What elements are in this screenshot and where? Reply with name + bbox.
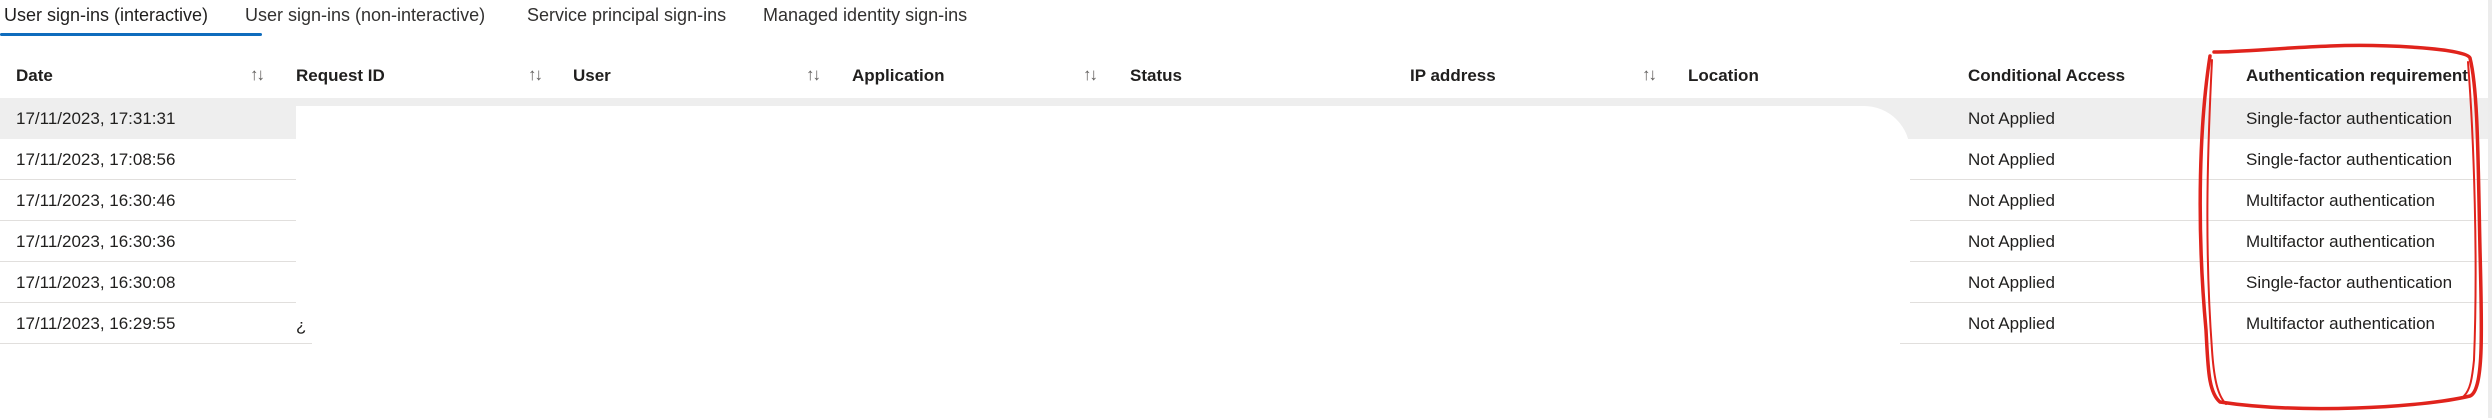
column-header-application[interactable]: Application (852, 66, 945, 86)
column-header-authentication-requirement[interactable]: Authentication requirement (2246, 66, 2468, 86)
scroll-edge (2488, 0, 2492, 418)
sort-date-icon[interactable]: ↑↓ (250, 65, 265, 85)
cell-authentication-requirement: Single-factor authentication (2246, 109, 2453, 128)
cell-date: 17/11/2023, 16:30:08 (16, 273, 176, 292)
cell-conditional-access: Not Applied (1968, 232, 2055, 251)
cell-authentication-requirement: Single-factor authentication (2246, 273, 2453, 292)
tab-user-sign-ins-interactive[interactable]: User sign-ins (interactive) (4, 4, 208, 34)
redaction-overlay (296, 106, 1910, 342)
sort-application-icon[interactable]: ↑↓ (1083, 65, 1098, 85)
cell-date: 17/11/2023, 17:31:31 (16, 109, 176, 128)
column-header-conditional-access[interactable]: Conditional Access (1968, 66, 2125, 86)
cell-conditional-access: Not Applied (1968, 273, 2055, 292)
sort-user-icon[interactable]: ↑↓ (806, 65, 821, 85)
column-header-date[interactable]: Date (16, 66, 53, 86)
tab-service-principal-sign-ins[interactable]: Service principal sign-ins (527, 4, 726, 34)
cell-date: 17/11/2023, 16:30:36 (16, 232, 176, 251)
sort-ip-address-icon[interactable]: ↑↓ (1642, 65, 1657, 85)
sort-request-id-icon[interactable]: ↑↓ (528, 65, 543, 85)
column-header-ip-address[interactable]: IP address (1410, 66, 1496, 86)
table-header-row: Date ↑↓ Request ID ↑↓ User ↑↓ Applicatio… (0, 56, 2492, 96)
active-tab-indicator (0, 33, 262, 36)
column-header-request-id[interactable]: Request ID (296, 66, 385, 86)
cell-date: 17/11/2023, 16:30:46 (16, 191, 176, 210)
row-divider (1900, 343, 2492, 344)
column-header-status[interactable]: Status (1130, 66, 1182, 86)
column-header-user[interactable]: User (573, 66, 611, 86)
stray-character: ¿ (296, 316, 307, 335)
cell-authentication-requirement: Single-factor authentication (2246, 150, 2453, 169)
tab-managed-identity-sign-ins[interactable]: Managed identity sign-ins (763, 4, 967, 34)
cell-authentication-requirement: Multifactor authentication (2246, 314, 2435, 333)
cell-conditional-access: Not Applied (1968, 314, 2055, 333)
cell-date: 17/11/2023, 17:08:56 (16, 150, 176, 169)
tab-user-sign-ins-non-interactive[interactable]: User sign-ins (non-interactive) (245, 4, 485, 34)
row-divider (0, 343, 312, 344)
cell-conditional-access: Not Applied (1968, 109, 2055, 128)
column-header-location[interactable]: Location (1688, 66, 1759, 86)
sign-in-type-tabs: User sign-ins (interactive) User sign-in… (0, 0, 1100, 40)
cell-date: 17/11/2023, 16:29:55 (16, 314, 176, 333)
cell-conditional-access: Not Applied (1968, 150, 2055, 169)
cell-conditional-access: Not Applied (1968, 191, 2055, 210)
cell-authentication-requirement: Multifactor authentication (2246, 191, 2435, 210)
cell-authentication-requirement: Multifactor authentication (2246, 232, 2435, 251)
